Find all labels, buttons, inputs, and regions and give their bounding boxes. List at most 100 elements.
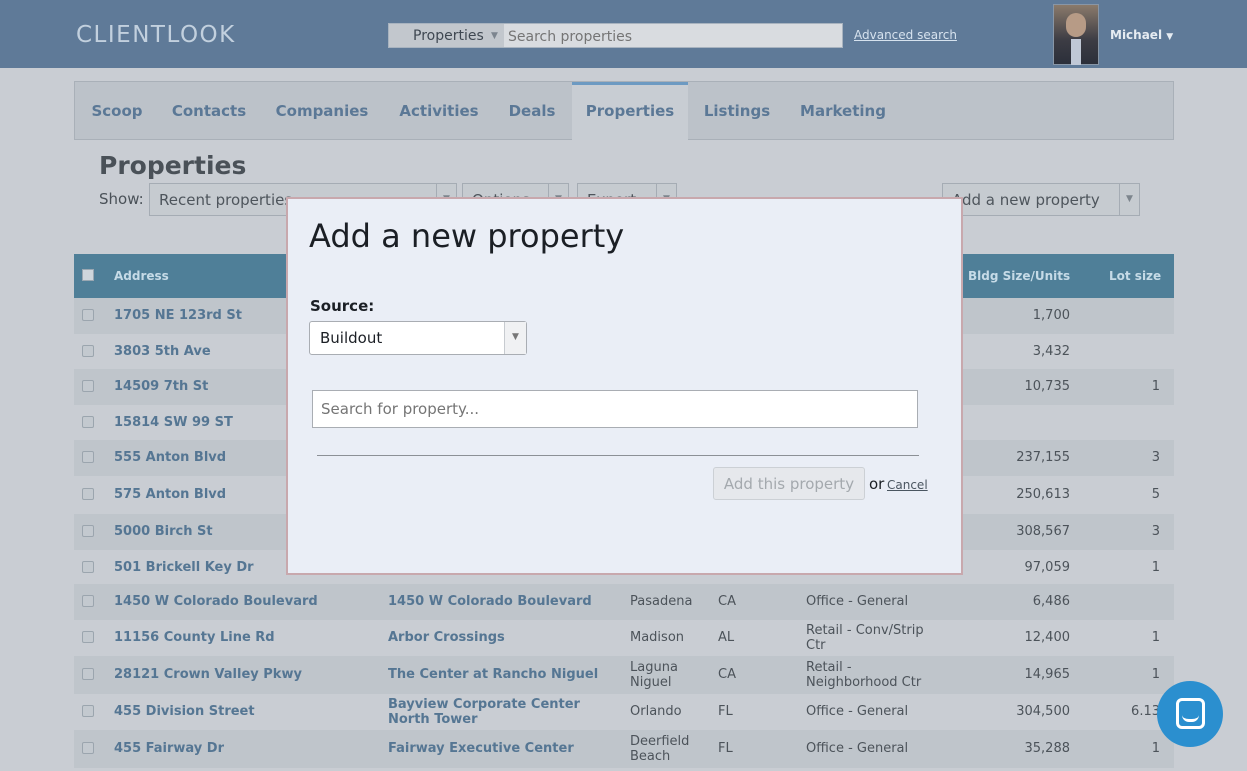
lot-size-cell: 3 xyxy=(1151,524,1160,539)
tab-listings[interactable]: Listings xyxy=(689,82,785,140)
global-search: Properties ▼ xyxy=(388,23,843,48)
bldg-size-cell: 308,567 xyxy=(1016,524,1070,539)
user-name: Michael xyxy=(1110,28,1163,42)
chevron-down-icon: ▼ xyxy=(491,31,498,41)
city-cell: Orlando xyxy=(630,704,682,719)
top-bar: CLIENTLOOK Properties ▼ Advanced search … xyxy=(0,0,1247,68)
lot-size-cell: 1 xyxy=(1151,560,1160,575)
bldg-size-cell: 3,432 xyxy=(1032,344,1070,359)
dialog-title: Add a new property xyxy=(309,217,625,255)
search-scope-label: Properties xyxy=(413,28,484,44)
property-name-link[interactable]: Bayview Corporate Center North Tower xyxy=(388,697,618,727)
chevron-down-icon: ▼ xyxy=(504,322,526,354)
search-scope-select[interactable]: Properties ▼ xyxy=(389,24,504,47)
show-label: Show: xyxy=(99,190,144,208)
column-header-bldg-size[interactable]: Bldg Size/Units xyxy=(968,269,1070,283)
source-select-value: Buildout xyxy=(320,329,383,347)
property-type-cell: Office - General xyxy=(806,704,909,719)
divider xyxy=(317,455,919,456)
address-link[interactable]: 28121 Crown Valley Pkwy xyxy=(114,667,374,682)
address-link[interactable]: 11156 County Line Rd xyxy=(114,630,374,645)
row-checkbox[interactable] xyxy=(82,488,94,500)
add-property-dialog: Add a new property Source: Buildout ▼ Ad… xyxy=(286,197,963,575)
row-checkbox[interactable] xyxy=(82,345,94,357)
or-text: or xyxy=(869,475,885,493)
search-input[interactable] xyxy=(508,24,838,47)
lot-size-cell: 1 xyxy=(1151,379,1160,394)
tab-scoop[interactable]: Scoop xyxy=(75,82,159,140)
avatar[interactable] xyxy=(1053,4,1099,65)
chat-button[interactable] xyxy=(1157,681,1223,747)
lot-size-cell: 5 xyxy=(1151,487,1160,502)
source-label: Source: xyxy=(310,297,375,315)
row-checkbox[interactable] xyxy=(82,451,94,463)
page-title: Properties xyxy=(99,151,247,180)
table-row[interactable]: 1450 W Colorado Boulevard 1450 W Colorado… xyxy=(74,584,1174,620)
city-cell: Pasadena xyxy=(630,594,693,609)
row-checkbox[interactable] xyxy=(82,631,94,643)
bldg-size-cell: 6,486 xyxy=(1032,594,1070,609)
tab-companies[interactable]: Companies xyxy=(259,82,385,140)
address-link[interactable]: 455 Division Street xyxy=(114,704,374,719)
bldg-size-cell: 12,400 xyxy=(1024,630,1071,645)
property-name-link[interactable]: Fairway Executive Center xyxy=(388,741,618,756)
row-checkbox[interactable] xyxy=(82,705,94,717)
chat-icon xyxy=(1176,698,1205,729)
table-row[interactable]: 455 Division Street Bayview Corporate Cen… xyxy=(74,693,1174,731)
property-name-link[interactable]: 1450 W Colorado Boulevard xyxy=(388,594,618,609)
bldg-size-cell: 250,613 xyxy=(1016,487,1070,502)
property-search-input[interactable] xyxy=(312,390,918,428)
row-checkbox[interactable] xyxy=(82,309,94,321)
lot-size-cell: 6.13 xyxy=(1131,704,1160,719)
tab-properties[interactable]: Properties xyxy=(572,82,688,140)
table-row[interactable]: 455 Fairway Dr Fairway Executive Center De… xyxy=(74,730,1174,768)
address-link[interactable]: 455 Fairway Dr xyxy=(114,741,374,756)
property-name-link[interactable]: Arbor Crossings xyxy=(388,630,618,645)
column-header-lot-size[interactable]: Lot size xyxy=(1109,269,1161,283)
bldg-size-cell: 10,735 xyxy=(1024,379,1071,394)
state-cell: CA xyxy=(718,594,736,609)
city-cell: Laguna Niguel xyxy=(630,660,678,690)
row-checkbox[interactable] xyxy=(82,380,94,392)
bldg-size-cell: 237,155 xyxy=(1016,450,1070,465)
city-cell: Deerfield Beach xyxy=(630,734,690,764)
city-cell: Madison xyxy=(630,630,685,645)
table-row[interactable]: 28121 Crown Valley Pkwy The Center at Ran… xyxy=(74,656,1174,694)
select-all-checkbox[interactable] xyxy=(82,269,94,281)
property-type-cell: Retail - Conv/Strip Ctr xyxy=(806,623,924,653)
user-menu[interactable]: Michael ▼ xyxy=(1110,28,1173,42)
bldg-size-cell: 304,500 xyxy=(1016,704,1070,719)
app-logo[interactable]: CLIENTLOOK xyxy=(76,22,236,48)
tab-deals[interactable]: Deals xyxy=(493,82,571,140)
source-select[interactable]: Buildout ▼ xyxy=(309,321,527,355)
table-row[interactable]: 11156 County Line Rd Arbor Crossings Madis… xyxy=(74,619,1174,657)
tab-activities[interactable]: Activities xyxy=(385,82,493,140)
bldg-size-cell: 14,965 xyxy=(1024,667,1071,682)
row-checkbox[interactable] xyxy=(82,742,94,754)
row-checkbox[interactable] xyxy=(82,561,94,573)
bldg-size-cell: 35,288 xyxy=(1024,741,1071,756)
tab-contacts[interactable]: Contacts xyxy=(159,82,259,140)
bldg-size-cell: 1,700 xyxy=(1032,308,1070,323)
state-cell: AL xyxy=(718,630,735,645)
row-checkbox[interactable] xyxy=(82,416,94,428)
advanced-search-link[interactable]: Advanced search xyxy=(854,28,957,42)
property-type-cell: Office - General xyxy=(806,594,909,609)
property-type-cell: Office - General xyxy=(806,741,909,756)
lot-size-cell: 1 xyxy=(1151,741,1160,756)
tab-marketing[interactable]: Marketing xyxy=(785,82,901,140)
add-this-property-button[interactable]: Add this property xyxy=(713,467,865,500)
lot-size-cell: 1 xyxy=(1151,630,1160,645)
property-name-link[interactable]: The Center at Rancho Niguel xyxy=(388,667,618,682)
add-property-button[interactable]: Add a new property ▼ xyxy=(942,183,1140,216)
add-property-label: Add a new property xyxy=(952,191,1100,209)
lot-size-cell: 3 xyxy=(1151,450,1160,465)
row-checkbox[interactable] xyxy=(82,668,94,680)
column-header-address[interactable]: Address xyxy=(114,269,169,283)
row-checkbox[interactable] xyxy=(82,595,94,607)
row-checkbox[interactable] xyxy=(82,525,94,537)
property-type-cell: Retail - Neighborhood Ctr xyxy=(806,660,922,690)
bldg-size-cell: 97,059 xyxy=(1024,560,1071,575)
cancel-link[interactable]: Cancel xyxy=(887,478,928,492)
address-link[interactable]: 1450 W Colorado Boulevard xyxy=(114,594,374,609)
